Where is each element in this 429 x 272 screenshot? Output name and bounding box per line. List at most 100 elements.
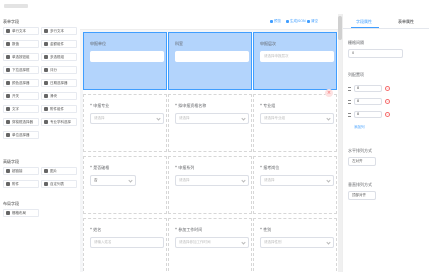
form-field-cell[interactable]: * 申报系列 请选择 [168,156,252,214]
active-tab-indicator [351,27,379,28]
field-input[interactable]: 请选择参加工作时间 [175,237,249,248]
gutter-input[interactable]: 0 [348,49,403,58]
justify-select[interactable]: 左对齐 [348,157,376,166]
component-item[interactable]: 附件 [3,180,39,188]
component-label: 滑块 [50,93,57,98]
component-icon [6,29,10,33]
code-icon [286,20,289,23]
component-label: 栅格布局 [12,210,26,215]
chevron-down-icon [128,178,133,183]
delete-row-icon[interactable]: × [325,89,333,97]
field-input[interactable]: 请输入姓名 [90,237,164,248]
tab-field-props[interactable]: 字段属性 [356,19,372,25]
field-input[interactable]: 请选择 [175,175,249,186]
remove-column-icon[interactable]: − [385,112,390,117]
form-field-cell[interactable]: * 参加工作时间请选择参加工作时间 [168,218,252,272]
component-item[interactable]: 专业学科选择 [41,118,77,126]
trash-icon [307,20,310,23]
component-item[interactable]: 滑块 [41,92,77,100]
component-item[interactable]: 穿梭框选择器 [3,118,39,126]
field-label: * 参加工作时间 [175,227,203,232]
component-label: 附件组件 [50,106,64,111]
field-input[interactable]: 请选择性别 [260,237,334,248]
align-select[interactable]: 顶部对齐 [348,191,376,200]
component-item[interactable]: 单选按钮组 [3,53,39,61]
component-icon [44,29,48,33]
component-item[interactable]: 多行文本 [41,27,77,35]
drag-handle-icon[interactable] [348,112,351,117]
form-field-cell[interactable]: 科室 [168,32,252,90]
form-field-cell[interactable]: * 性别 请选择性别 [253,218,337,272]
form-field-cell[interactable]: * 拟申报资格名称请选择 [168,94,252,152]
component-item[interactable]: 栅格布局 [3,209,39,217]
form-field-cell[interactable]: * 是否破格否 [83,156,167,214]
remove-column-icon[interactable]: − [385,86,390,91]
drag-handle-icon[interactable] [348,86,351,91]
field-input[interactable] [175,51,249,62]
component-label: 开关 [12,93,19,98]
property-tabs: 字段属性 表单属性 [343,14,429,29]
add-column-link[interactable]: 添加列 [354,125,365,130]
component-item[interactable]: 开关 [3,92,39,100]
column-span-input[interactable]: 8 [354,85,382,92]
field-label: * 拟申报资格名称 [175,103,207,108]
component-item[interactable]: 数值 [3,40,39,48]
component-item[interactable]: 评分 [41,66,77,74]
form-field-cell[interactable]: * 申报专业 请选择 [83,94,167,152]
column-span-input[interactable]: 8 [354,111,382,118]
component-label: 多行文本 [50,28,64,33]
generate-json-button[interactable]: 生成JSON [286,19,306,24]
component-icon [6,182,10,186]
clear-button[interactable]: 清空 [307,19,318,24]
field-label: * 姓名 [90,227,102,232]
field-input[interactable]: 否 [90,175,136,186]
form-field-cell[interactable]: 申报单位 [83,32,167,90]
component-icon [6,94,10,98]
component-item[interactable]: 超链接 [3,167,39,175]
component-item[interactable]: 自定列表 [41,180,77,188]
component-icon [6,211,10,215]
field-label: * 报考岗位 [260,165,280,170]
field-label: 申报单位 [90,41,106,46]
form-field-cell[interactable]: * 报考岗位请选择 [253,156,337,214]
group-title: 表单字段 [3,19,19,24]
field-input[interactable]: 请选择 [260,175,334,186]
component-item[interactable]: 日期选择器 [41,79,77,87]
component-item[interactable]: 单行文本 [3,27,39,35]
column-span-input[interactable]: 8 [354,98,382,105]
component-item[interactable]: 文字 [3,105,39,113]
field-label: 申报层次 [260,41,276,46]
component-item[interactable]: 下拉选择框 [3,66,39,74]
component-panel: 表单字段 高级字段 布局字段 单行文本 多行文本 数值 金额组件 单选按钮组 多选框组 下拉… [0,14,80,272]
form-canvas: 申报单位 科室 申报层次 请选择申报层次 * 申报专业 请选择 * 拟申报资格名称 请选择 * … [83,32,339,272]
component-label: 专业学科选择 [50,119,71,124]
form-field-cell[interactable]: 申报层次请选择申报层次 [253,32,337,90]
component-item[interactable]: 图片 [41,167,77,175]
component-icon [44,68,48,72]
drag-handle-icon[interactable] [348,99,351,104]
component-icon [6,107,10,111]
tab-form-props[interactable]: 表单属性 [398,19,414,25]
component-label: 超链接 [12,168,23,173]
component-item[interactable]: 金额组件 [41,40,77,48]
form-field-cell[interactable]: * 专业组 请选择专业组 [253,94,337,152]
remove-column-icon[interactable]: − [385,99,390,104]
component-label: 穿梭框选择器 [12,119,33,124]
field-input[interactable]: 请选择 [90,113,164,124]
field-input[interactable] [90,51,164,62]
component-label: 日期选择器 [50,80,68,85]
property-panel: 字段属性 表单属性 栅格间隔 0 列配置项 8− 8− 8− 添加列 水平排列方… [342,14,429,272]
logo [4,4,28,8]
component-icon [44,120,48,124]
component-item[interactable]: 多选框组 [41,53,77,61]
preview-button[interactable]: 预览 [270,19,281,24]
component-item[interactable]: 单位选择器 [3,131,39,139]
field-input[interactable]: 请选择 [175,113,249,124]
component-item[interactable]: 附件组件 [41,105,77,113]
form-field-cell[interactable]: * 姓名请输入姓名 [83,218,167,272]
field-input[interactable]: 请选择申报层次 [260,51,334,62]
field-input[interactable]: 请选择专业组 [260,113,334,124]
component-icon [6,68,10,72]
top-bar [0,0,429,14]
component-item[interactable]: 颜色选择器 [3,79,39,87]
